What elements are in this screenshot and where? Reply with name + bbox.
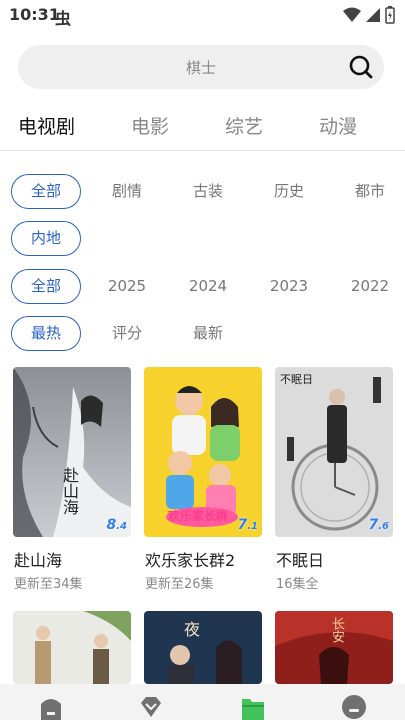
signal-icon xyxy=(366,8,380,22)
sort-hottest[interactable]: 最热 xyxy=(11,316,81,351)
svg-text:夜: 夜 xyxy=(184,620,200,639)
poster-title-art: 赴山海 xyxy=(60,467,79,515)
folder-icon[interactable] xyxy=(240,694,266,720)
filter-genre-all[interactable]: 全部 xyxy=(11,174,81,209)
status-icons xyxy=(343,6,395,24)
wifi-icon xyxy=(343,7,361,22)
search-icon[interactable] xyxy=(348,54,374,80)
poster-image[interactable]: 长安 xyxy=(275,611,393,684)
status-bar: 10:31 虫 xyxy=(0,0,405,30)
tab-tv[interactable]: 电视剧 xyxy=(18,112,75,139)
filter-genre-urban[interactable]: 都市 xyxy=(335,174,405,209)
filter-genre-drama[interactable]: 剧情 xyxy=(92,174,162,209)
sort-rating[interactable]: 评分 xyxy=(92,316,162,351)
bottom-nav xyxy=(0,684,405,720)
tab-variety[interactable]: 综艺 xyxy=(225,112,263,139)
gem-icon[interactable] xyxy=(138,694,164,720)
rating-badge: 7.1 xyxy=(237,517,258,533)
poster-image[interactable]: 赴山海 8.4 xyxy=(13,367,131,537)
filter-genre-history[interactable]: 历史 xyxy=(254,174,324,209)
debug-icon: 虫 xyxy=(55,9,72,28)
filter-year-2024[interactable]: 2024 xyxy=(173,269,243,304)
rating-badge: 7.6 xyxy=(368,517,389,533)
sort-latest[interactable]: 最新 xyxy=(173,316,243,351)
show-card[interactable] xyxy=(13,611,131,684)
episode-status: 更新至34集 xyxy=(14,577,83,592)
poster-image[interactable]: 欢乐家长群 7.1 xyxy=(144,367,262,537)
poster-image[interactable]: 夜 xyxy=(144,611,262,684)
home-icon[interactable] xyxy=(38,694,64,720)
episode-status: 更新至26集 xyxy=(145,577,214,592)
divider xyxy=(0,150,405,151)
battery-icon xyxy=(385,6,395,24)
show-card[interactable]: 不眠日 7.6 不眠日 16集全 xyxy=(275,367,393,597)
poster-title-art: 欢乐家长群 xyxy=(168,509,229,523)
show-card[interactable]: 长安 xyxy=(275,611,393,684)
show-card[interactable]: 欢乐家长群 7.1 欢乐家长群2 更新至26集 xyxy=(144,367,262,597)
poster-image[interactable]: 不眠日 7.6 xyxy=(275,367,393,537)
tab-anime[interactable]: 动漫 xyxy=(319,112,357,139)
poster-image[interactable] xyxy=(13,611,131,684)
filter-year-all[interactable]: 全部 xyxy=(11,269,81,304)
filter-genre-costume[interactable]: 古装 xyxy=(173,174,243,209)
filter-year-2025[interactable]: 2025 xyxy=(92,269,162,304)
status-time: 10:31 xyxy=(9,5,60,24)
filter-year-2023[interactable]: 2023 xyxy=(254,269,324,304)
filter-year-2022[interactable]: 2022 xyxy=(335,269,405,304)
poster-title-art: 长安 xyxy=(329,617,344,643)
search-input[interactable]: 棋士 xyxy=(18,57,384,78)
poster-title-art: 不眠日 xyxy=(280,373,313,386)
search-bar[interactable]: 棋士 xyxy=(18,45,384,89)
show-title[interactable]: 欢乐家长群2 xyxy=(145,547,235,571)
show-card[interactable]: 夜 xyxy=(144,611,262,684)
show-card[interactable]: 赴山海 8.4 赴山海 更新至34集 xyxy=(13,367,131,597)
filter-region-mainland[interactable]: 内地 xyxy=(11,221,81,256)
category-tabs: 电视剧 电影 综艺 动漫 xyxy=(0,108,405,142)
show-title[interactable]: 赴山海 xyxy=(14,547,62,571)
show-title[interactable]: 不眠日 xyxy=(276,547,324,571)
profile-icon[interactable] xyxy=(341,694,367,720)
rating-badge: 8.4 xyxy=(106,517,127,533)
tab-movie[interactable]: 电影 xyxy=(131,112,169,139)
episode-status: 16集全 xyxy=(276,577,319,592)
